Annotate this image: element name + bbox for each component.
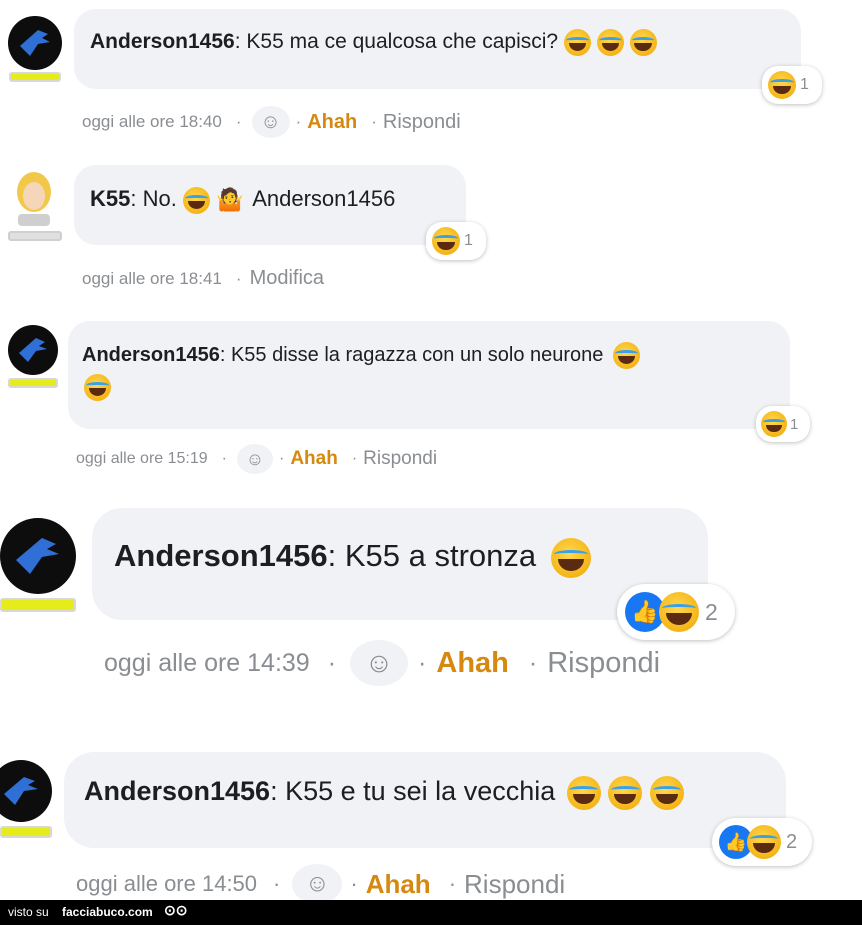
comment-author[interactable]: K55 (90, 186, 130, 211)
reaction-count: 1 (800, 76, 809, 93)
comment-bubble: Anderson1456: K55 ma ce qualcosa che cap… (74, 9, 801, 89)
laughing-emoji-icon (432, 227, 460, 255)
react-smiley-icon[interactable]: ☺ (251, 106, 290, 138)
reaction-count: 2 (786, 830, 798, 853)
watermark-site[interactable]: facciabuco.com (62, 905, 153, 919)
comment-text: : No. (130, 186, 177, 211)
timestamp[interactable]: oggi alle ore 14:39 (104, 649, 310, 678)
reaction-count: 1 (790, 415, 799, 433)
reply-link[interactable]: Rispondi (363, 448, 437, 470)
edit-link[interactable]: Modifica (250, 267, 324, 290)
ahah-link[interactable]: Ahah (290, 448, 338, 470)
comment-text: : K55 e tu sei la vecchia (270, 776, 556, 807)
reply-link[interactable]: Rispondi (464, 869, 565, 900)
avatar[interactable] (8, 16, 62, 70)
laughing-emoji-icon (566, 776, 601, 810)
reaction-badge[interactable]: 👍 2 (617, 584, 735, 640)
reply-link[interactable]: Rispondi (547, 647, 660, 680)
eagle-logo-icon (20, 30, 50, 56)
watermark-bar: visto su facciabuco.com ⊙⊙ (0, 900, 862, 925)
comment-bubble: Anderson1456: K55 a stronza (92, 508, 708, 620)
react-smiley-icon[interactable]: ☺ (292, 864, 343, 904)
react-smiley-icon[interactable]: ☺ (236, 444, 273, 474)
timestamp[interactable]: oggi alle ore 14:50 (76, 871, 257, 897)
laughing-emoji-icon (182, 186, 210, 214)
reaction-count: 1 (464, 232, 473, 249)
mention-link[interactable]: Anderson1456 (252, 186, 395, 211)
comment-meta: oggi alle ore 18:40 · ☺ · Ahah · Rispond… (82, 106, 461, 138)
blonde-avatar-icon (17, 172, 51, 226)
comment-author[interactable]: Anderson1456 (90, 30, 235, 53)
comment-meta: oggi alle ore 15:19 · ☺ · Ahah · Rispond… (76, 444, 437, 474)
watermark-prefix: visto su (8, 905, 49, 919)
comment-author[interactable]: Anderson1456 (82, 344, 220, 366)
eagle-logo-icon (16, 538, 59, 574)
reaction-badge[interactable]: 1 (426, 222, 486, 260)
comment-text: : K55 disse la ragazza con un solo neuro… (219, 344, 604, 366)
ahah-link[interactable]: Ahah (366, 869, 431, 900)
eagle-logo-icon (4, 777, 38, 805)
laughing-emoji-icon (747, 825, 781, 859)
badge-bar (8, 231, 62, 241)
comment-meta: oggi alle ore 18:41 · Modifica (82, 267, 325, 290)
reply-link[interactable]: Rispondi (383, 111, 461, 134)
badge-bar (9, 72, 61, 82)
laughing-emoji-icon (629, 29, 657, 56)
ahah-link[interactable]: Ahah (307, 111, 357, 134)
timestamp[interactable]: oggi alle ore 15:19 (76, 450, 208, 468)
avatar[interactable] (8, 325, 58, 375)
comment-author[interactable]: Anderson1456 (84, 776, 270, 806)
timestamp[interactable]: oggi alle ore 18:41 (82, 269, 222, 289)
comment-bubble: Anderson1456: K55 disse la ragazza con u… (68, 321, 790, 429)
comment-meta: oggi alle ore 14:39 · ☺ · Ahah · Rispond… (104, 640, 660, 686)
eyes-logo-icon: ⊙⊙ (164, 902, 188, 918)
avatar[interactable] (0, 760, 52, 822)
reaction-badge[interactable]: 👍 2 (712, 818, 812, 866)
laughing-emoji-icon (659, 592, 699, 632)
reaction-badge[interactable]: 1 (756, 406, 810, 442)
laughing-emoji-icon (608, 776, 643, 810)
reaction-badge[interactable]: 1 (762, 66, 822, 104)
timestamp[interactable]: oggi alle ore 18:40 (82, 112, 222, 132)
laughing-emoji-icon (596, 29, 624, 56)
laughing-emoji-icon (613, 342, 640, 370)
comment-text: : K55 a stronza (327, 538, 537, 574)
ahah-link[interactable]: Ahah (436, 647, 509, 680)
badge-bar (0, 826, 52, 838)
comment-text: : K55 ma ce qualcosa che capisci? (234, 30, 559, 54)
shrug-emoji-icon: 🤷 (216, 187, 244, 213)
react-smiley-icon[interactable]: ☺ (350, 640, 409, 686)
avatar[interactable] (0, 518, 76, 594)
comment-author[interactable]: Anderson1456 (114, 538, 328, 573)
comment-meta: oggi alle ore 14:50 · ☺ · Ahah · Rispond… (76, 864, 565, 904)
laughing-emoji-icon (84, 374, 111, 402)
reaction-count: 2 (705, 598, 718, 625)
badge-bar (0, 598, 76, 612)
avatar[interactable] (12, 170, 56, 226)
laughing-emoji-icon (761, 411, 787, 437)
comment-bubble: Anderson1456: K55 e tu sei la vecchia (64, 752, 786, 848)
laughing-emoji-icon (550, 538, 591, 578)
laughing-emoji-icon (649, 776, 684, 810)
laughing-emoji-icon (768, 71, 796, 99)
comment-bubble: K55: No. 🤷 Anderson1456 (74, 165, 466, 245)
badge-bar (8, 378, 58, 388)
eagle-logo-icon (19, 338, 47, 362)
laughing-emoji-icon (563, 29, 591, 56)
